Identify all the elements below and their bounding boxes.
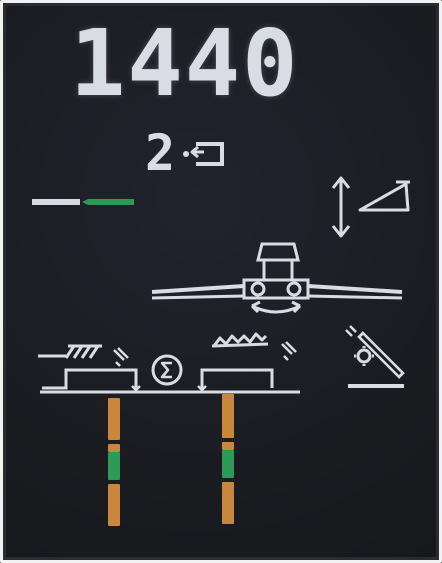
rotor-tool-icon (345, 325, 405, 388)
sieve-left-seg-2 (108, 444, 120, 452)
sieve-right-seg-1 (222, 394, 234, 438)
up-down-arrow-icon (331, 176, 351, 238)
rpm-readout: 1440 (70, 10, 300, 117)
sieve-channel (40, 368, 300, 394)
sieve-left-seg-3 (108, 452, 120, 480)
chaff-right-icon (211, 332, 297, 361)
sieve-left-seg-4 (108, 484, 120, 526)
sieve-right-seg-3 (222, 450, 234, 478)
spreader-icon (151, 242, 403, 314)
gear-arrow-icon (183, 142, 224, 166)
header-tilt-icon (358, 180, 410, 212)
speed-bar (32, 199, 134, 205)
gear-readout: 2 (145, 124, 178, 182)
sieve-left-seg-1 (108, 398, 120, 440)
sieve-right-seg-2 (222, 442, 234, 450)
instrument-display: 1440 2 (0, 0, 442, 563)
sieve-right-seg-4 (222, 482, 234, 524)
